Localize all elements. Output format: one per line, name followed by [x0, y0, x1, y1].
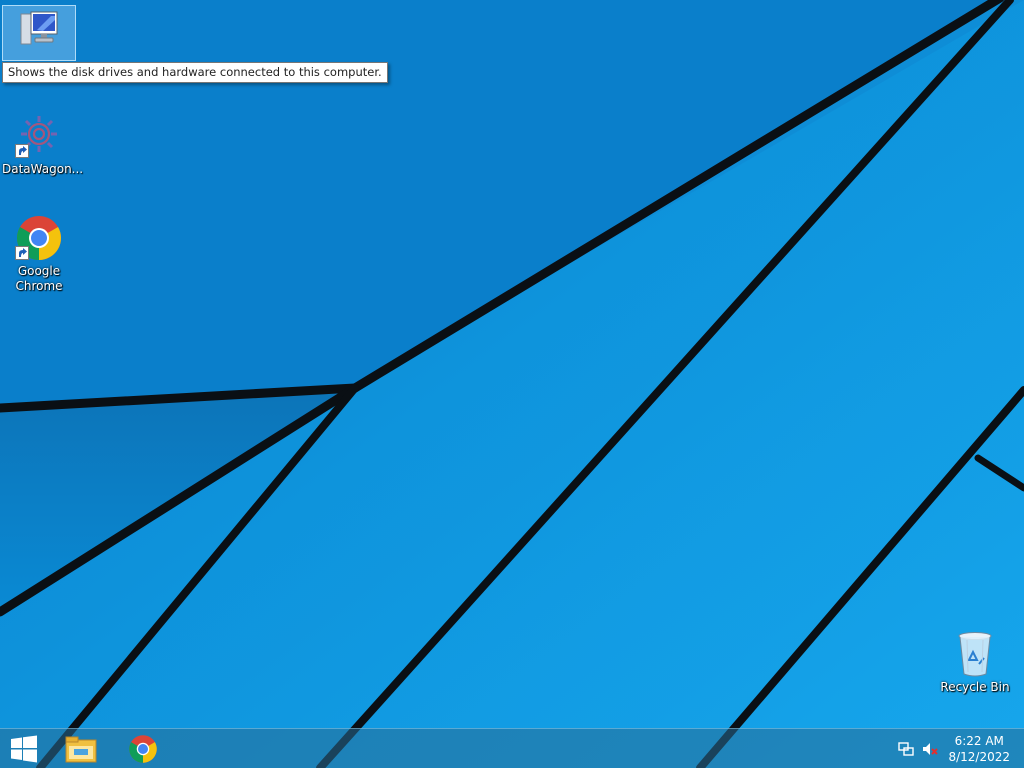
- desktop-icon-label: Google Chrome: [15, 264, 63, 293]
- desktop-icon-label: DataWagon...: [2, 162, 84, 176]
- clock-time: 6:22 AM: [954, 734, 1004, 748]
- taskbar-google-chrome[interactable]: [118, 729, 168, 769]
- gear-app-icon: [15, 112, 63, 160]
- chrome-icon: [15, 214, 63, 262]
- volume-muted-icon[interactable]: [922, 741, 938, 757]
- desktop-tooltip: Shows the disk drives and hardware conne…: [2, 62, 388, 83]
- file-explorer-icon: [65, 736, 97, 763]
- taskbar-clock[interactable]: 6:22 AM 8/12/2022: [948, 733, 1010, 765]
- desktop-icon-google-chrome[interactable]: Google Chrome: [2, 214, 76, 294]
- network-icon[interactable]: [898, 741, 914, 757]
- desktop-icon-datawagon[interactable]: DataWagon...: [2, 112, 84, 177]
- recycle-bin-icon: [951, 630, 999, 678]
- desktop-icon-label: Recycle Bin: [940, 680, 1010, 694]
- taskbar: 6:22 AM 8/12/2022: [0, 728, 1024, 768]
- shortcut-arrow-icon: [15, 246, 29, 260]
- desktop-wallpaper: [0, 0, 1024, 768]
- start-button[interactable]: [0, 729, 48, 769]
- this-pc-icon: [15, 6, 63, 54]
- taskbar-file-explorer[interactable]: [56, 729, 106, 769]
- windows-start-icon: [11, 735, 37, 763]
- shortcut-arrow-icon: [15, 144, 29, 158]
- clock-date: 8/12/2022: [948, 750, 1010, 764]
- chrome-icon: [129, 735, 157, 763]
- desktop-icon-recycle-bin[interactable]: Recycle Bin: [938, 630, 1012, 695]
- desktop-icon-this-pc[interactable]: [2, 5, 76, 61]
